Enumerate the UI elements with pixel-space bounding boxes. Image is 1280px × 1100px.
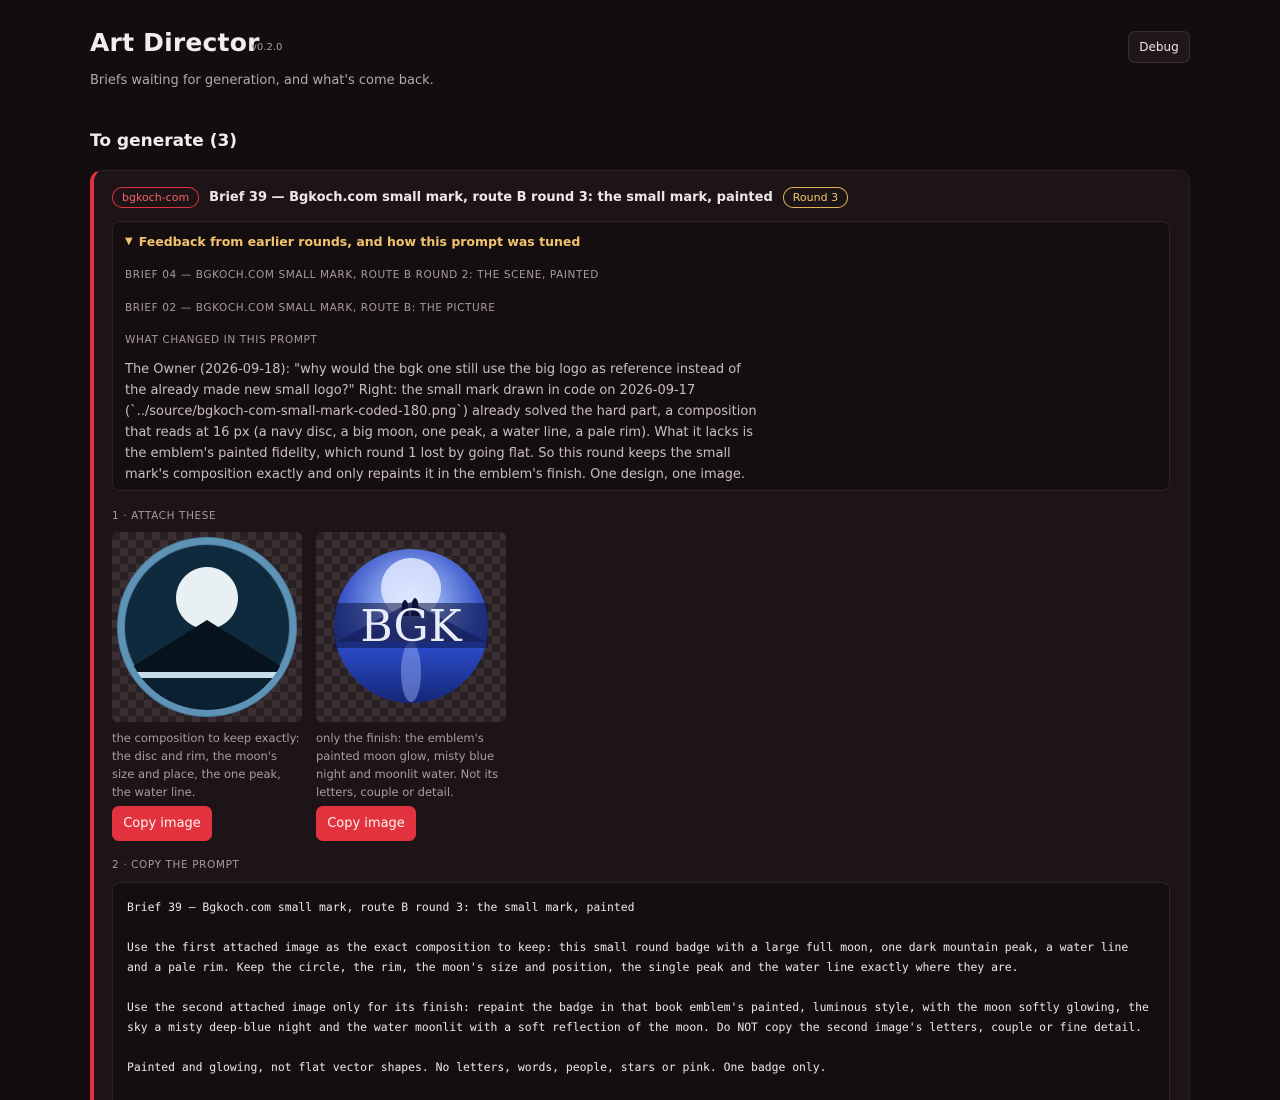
prompt-text-box[interactable]: Brief 39 — Bgkoch.com small mark, route … xyxy=(112,882,1170,1100)
brief-card: bgkoch-com Brief 39 — Bgkoch.com small m… xyxy=(90,170,1190,1100)
feedback-item: Brief 02 — Bgkoch.com small mark, route … xyxy=(125,302,496,314)
project-tag: bgkoch-com xyxy=(112,187,200,208)
brief-header: bgkoch-com Brief 39 — Bgkoch.com small m… xyxy=(112,187,849,208)
feedback-summary-label: Feedback from earlier rounds, and how th… xyxy=(138,234,581,249)
changed-label: What changed in this prompt xyxy=(125,334,318,346)
reference-image-1 xyxy=(112,532,302,722)
reference-image-2: BGK xyxy=(316,532,506,722)
attach-step-label: 1 · Attach these xyxy=(112,510,217,522)
copy-image-2-button[interactable]: Copy image xyxy=(316,806,416,841)
copy-image-1-button[interactable]: Copy image xyxy=(112,806,212,841)
app-title: Art Director xyxy=(90,28,260,57)
prompt-paragraph: Brief 39 — Bgkoch.com small mark, route … xyxy=(127,900,635,914)
moon-peak-badge-icon xyxy=(117,537,297,717)
image-1-caption: the composition to keep exactly: the dis… xyxy=(112,731,300,799)
feedback-toggle[interactable]: ▼ Feedback from earlier rounds, and how … xyxy=(125,234,580,249)
emblem-letters: BGK xyxy=(360,601,462,652)
feedback-details: ▼ Feedback from earlier rounds, and how … xyxy=(112,221,1170,491)
image-2-caption: only the finish: the emblem's painted mo… xyxy=(316,731,499,799)
prompt-paragraph: Use the first attached image as the exac… xyxy=(127,940,1136,974)
feedback-item: Brief 04 — Bgkoch.com small mark, route … xyxy=(125,269,599,281)
prompt-paragraph: Use the second attached image only for i… xyxy=(127,1000,1156,1034)
page-subtitle: Briefs waiting for generation, and what'… xyxy=(90,73,434,88)
prompt-step-label: 2 · Copy the prompt xyxy=(112,859,240,871)
debug-button[interactable]: Debug xyxy=(1128,31,1190,63)
changed-text: The Owner (2026-09-18): "why would the b… xyxy=(125,362,757,482)
bgk-emblem-icon: BGK xyxy=(334,549,488,703)
version-label: v0.2.0 xyxy=(251,42,283,53)
brief-title: Brief 39 — Bgkoch.com small mark, route … xyxy=(209,190,773,205)
prompt-paragraph: Painted and glowing, not flat vector sha… xyxy=(127,1060,827,1074)
section-title: To generate (3) xyxy=(90,131,238,151)
round-badge: Round 3 xyxy=(782,187,849,208)
triangle-down-icon: ▼ xyxy=(125,236,133,247)
